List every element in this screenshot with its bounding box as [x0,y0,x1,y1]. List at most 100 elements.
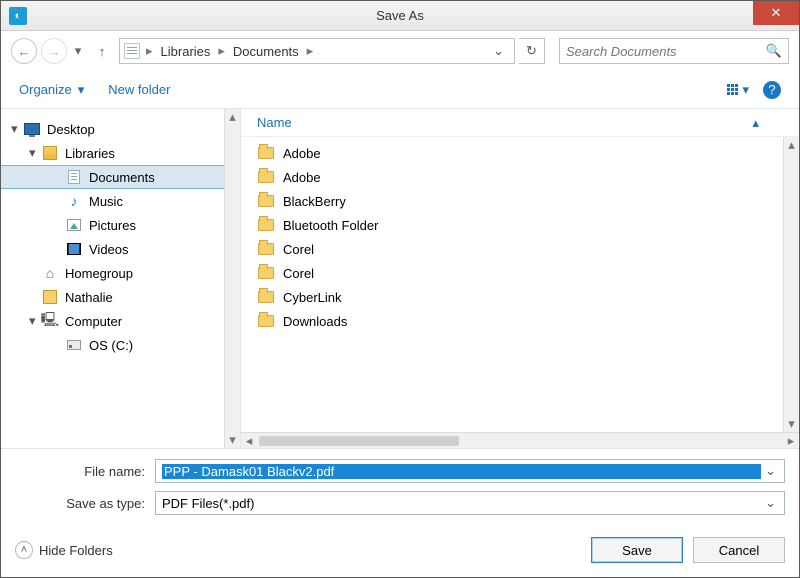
list-horizontal-scrollbar[interactable]: ◂ ▸ [241,432,799,448]
refresh-button[interactable]: ↻ [519,38,545,64]
close-button[interactable]: ✕ [753,1,799,25]
location-icon [124,43,140,59]
list-item-name: Downloads [283,314,347,329]
saveastype-label: Save as type: [15,496,155,511]
tree-node-label: Music [89,194,123,209]
tree-node-label: Videos [89,242,129,257]
folder-icon [257,289,275,305]
address-dropdown-button[interactable]: ⌄ [487,43,510,59]
folder-icon [257,265,275,281]
close-icon: ✕ [771,5,782,21]
list-item[interactable]: Adobe [241,141,783,165]
footer: ˄ Hide Folders Save Cancel [1,529,799,577]
list-item-name: Corel [283,266,314,281]
tree-node-libraries[interactable]: ▾Libraries [1,141,224,165]
chevron-down-icon[interactable]: ⌄ [761,495,780,511]
view-grid-icon [727,84,738,95]
tree-node-pictures[interactable]: Pictures [1,213,224,237]
chevron-down-icon: ▾ [742,82,749,98]
cancel-button[interactable]: Cancel [693,537,785,563]
breadcrumb-libraries[interactable]: Libraries [155,44,217,59]
new-folder-button[interactable]: New folder [108,82,170,97]
chevron-right-icon: ▸ [216,43,227,59]
folder-icon [257,193,275,209]
tree-node-os-c-[interactable]: OS (C:) [1,333,224,357]
back-button[interactable]: ← [11,38,37,64]
scroll-thumb[interactable] [259,436,459,446]
address-bar[interactable]: ▸ Libraries ▸ Documents ▸ ⌄ [119,38,515,64]
chevron-up-icon: ˄ [15,541,33,559]
list-item[interactable]: Corel [241,261,783,285]
expand-icon[interactable]: ▾ [29,313,41,329]
filename-label: File name: [15,464,155,479]
search-box[interactable]: 🔍 [559,38,789,64]
scroll-up-button[interactable]: ▴ [225,109,240,125]
doc-icon [65,169,83,185]
list-vertical-scrollbar[interactable]: ▴ ▾ [783,137,799,432]
list-item[interactable]: Downloads [241,309,783,333]
tree-node-desktop[interactable]: ▾Desktop [1,117,224,141]
folder-icon [257,217,275,233]
list-item[interactable]: Corel [241,237,783,261]
save-as-dialog: ◐ Save As ✕ ← → ▾ ↑ ▸ Libraries ▸ Docume… [0,0,800,578]
list-item-name: Bluetooth Folder [283,218,378,233]
folder-icon [257,145,275,161]
music-icon: ♪ [65,193,83,209]
breadcrumb-documents[interactable]: Documents [227,44,305,59]
comp-icon: 🖳 [41,313,59,329]
forward-icon: → [48,44,61,59]
scroll-track[interactable] [784,153,799,416]
monitor-icon [23,121,41,137]
saveastype-combo[interactable]: PDF Files(*.pdf) ⌄ [155,491,785,515]
save-button[interactable]: Save [591,537,683,563]
expand-icon[interactable]: ▾ [11,121,23,137]
up-button[interactable]: ↑ [89,38,115,64]
list-item[interactable]: Bluetooth Folder [241,213,783,237]
filename-value[interactable]: PPP - Damask01 Blackv2.pdf [162,464,761,479]
scroll-right-button[interactable]: ▸ [783,433,799,449]
titlebar: ◐ Save As ✕ [1,1,799,31]
dialog-body: ▾Desktop▾Libraries Documents ♪ Music Picture… [1,109,799,449]
recent-locations-button[interactable]: ▾ [71,43,85,59]
expand-icon[interactable]: ▾ [29,145,41,161]
up-icon: ↑ [99,44,106,59]
tree-node-label: Homegroup [65,266,133,281]
organize-label: Organize [19,82,72,97]
app-icon: ◐ [9,7,27,25]
search-icon: 🔍 [766,43,782,59]
hide-folders-label: Hide Folders [39,543,113,558]
forward-button[interactable]: → [41,38,67,64]
tree-node-documents[interactable]: Documents [1,165,224,189]
tree-node-videos[interactable]: Videos [1,237,224,261]
home-icon: ⌂ [41,265,59,281]
scroll-left-button[interactable]: ◂ [241,433,257,449]
tree-node-nathalie[interactable]: Nathalie [1,285,224,309]
scroll-down-button[interactable]: ▾ [225,432,240,448]
list-item-name: Adobe [283,146,321,161]
help-button[interactable]: ? [763,81,781,99]
hide-folders-button[interactable]: ˄ Hide Folders [15,541,113,559]
search-input[interactable] [566,44,766,59]
tree-node-label: Documents [89,170,155,185]
view-options-button[interactable]: ▾ [727,82,749,98]
scroll-track[interactable] [225,125,240,432]
list-header[interactable]: Name ▴ [241,109,799,137]
scroll-down-button[interactable]: ▾ [784,416,799,432]
list-item[interactable]: Adobe [241,165,783,189]
tree-node-music[interactable]: ♪ Music [1,189,224,213]
tree-vertical-scrollbar[interactable]: ▴ ▾ [224,109,240,448]
list-item[interactable]: BlackBerry [241,189,783,213]
chevron-down-icon[interactable]: ⌄ [761,463,780,479]
tree-node-homegroup[interactable]: ⌂ Homegroup [1,261,224,285]
list-item[interactable]: CyberLink [241,285,783,309]
tree-node-computer[interactable]: ▾🖳Computer [1,309,224,333]
chevron-right-icon: ▸ [305,43,316,59]
column-name-header[interactable]: Name [257,115,292,130]
list-item-name: Adobe [283,170,321,185]
organize-button[interactable]: Organize ▾ [19,82,84,98]
scroll-up-button[interactable]: ▴ [784,137,799,153]
list-item-name: Corel [283,242,314,257]
vid-icon [65,241,83,257]
filename-combo[interactable]: PPP - Damask01 Blackv2.pdf ⌄ [155,459,785,483]
folder-icon [257,313,275,329]
